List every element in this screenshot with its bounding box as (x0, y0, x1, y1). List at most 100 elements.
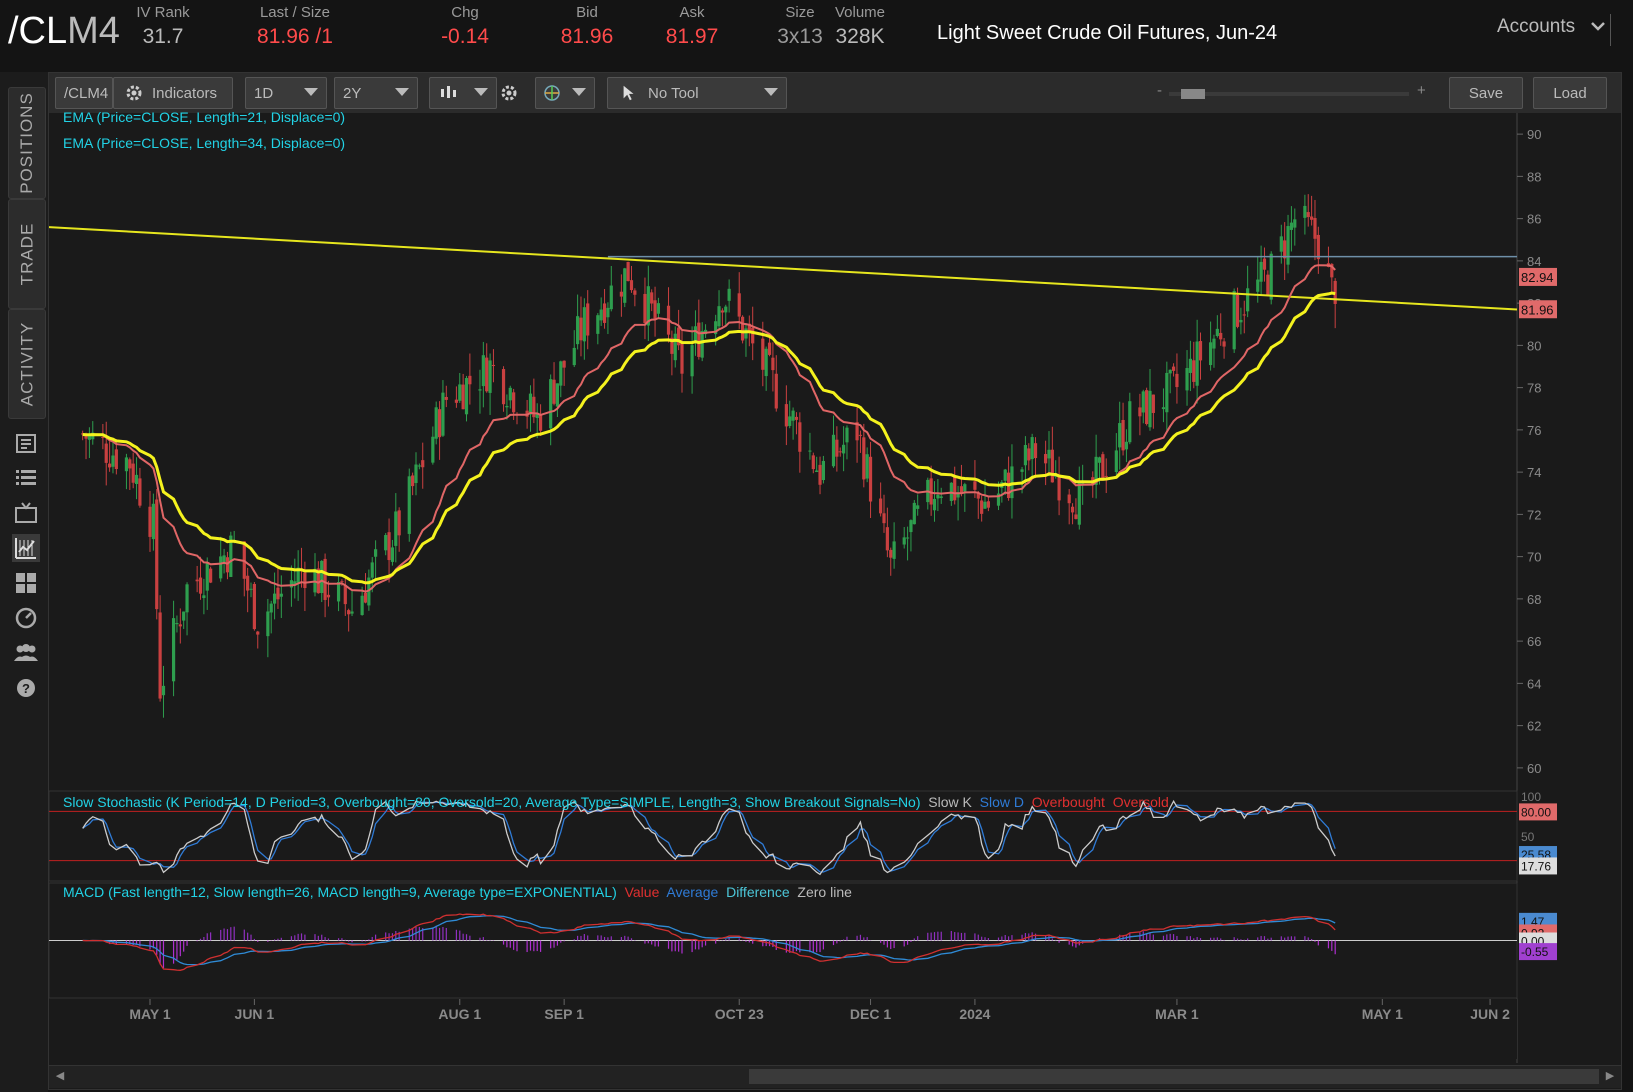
tab-positions[interactable]: POSITIONS (8, 87, 46, 199)
chart-panel: /CLM4 Indicators 1D 2Y No Tool - + Save … (48, 72, 1622, 1090)
symbol-title[interactable]: /CLM4 (8, 10, 120, 53)
chevron-down-icon[interactable] (1590, 18, 1606, 34)
settings-gear-icon[interactable] (499, 83, 519, 103)
quote-field: Volume 328K (815, 4, 905, 49)
candle-body (932, 498, 937, 511)
scrollbar-thumb[interactable] (749, 1069, 1599, 1084)
candle-body (182, 611, 186, 621)
stoch-axis-label: 50 (1521, 830, 1535, 844)
candle-body (417, 465, 421, 467)
candle-body (1215, 328, 1219, 337)
tool-select[interactable]: No Tool (607, 77, 787, 109)
candle-body (606, 307, 610, 318)
drawings-select[interactable] (535, 77, 595, 109)
help-icon[interactable]: ? (12, 674, 40, 702)
range-select[interactable]: 2Y (334, 77, 418, 109)
candle-body (528, 393, 533, 415)
slow-k-legend: Slow K (928, 794, 972, 810)
tv-icon[interactable] (12, 499, 40, 527)
candle-body (454, 399, 459, 403)
candle-body (219, 556, 223, 579)
candle-body (653, 300, 657, 319)
candle-body (488, 360, 492, 393)
quote-field: IV Rank 31.7 (118, 4, 208, 49)
tab-trade[interactable]: TRADE (8, 199, 46, 309)
last-price-label: 81.96 (1521, 302, 1554, 317)
interval-select[interactable]: 1D (245, 77, 327, 109)
zoom-in-button[interactable]: + (1417, 82, 1426, 99)
candle-body (111, 455, 115, 467)
candle-body (1118, 423, 1122, 448)
gear-icon (126, 85, 142, 101)
x-tick-label: SEP 1 (544, 1006, 584, 1022)
tab-activity[interactable]: ACTIVITY (8, 309, 46, 419)
candle-body (1047, 449, 1051, 459)
price-tick-label: 62 (1527, 719, 1541, 734)
candle-body (690, 345, 694, 377)
chart-symbol-field[interactable]: /CLM4 (55, 77, 113, 109)
chart-style-select[interactable] (429, 77, 497, 109)
candle-body (1020, 469, 1024, 472)
candle-body (434, 407, 438, 439)
candle-body (599, 309, 603, 321)
scroll-left-arrow-icon[interactable]: ◀ (53, 1069, 67, 1084)
candle-body (1023, 445, 1028, 466)
indicators-button[interactable]: Indicators (113, 77, 233, 109)
instrument-description: Light Sweet Crude Oil Futures, Jun-24 (937, 22, 1278, 44)
accounts-panel-toggle[interactable] (1610, 14, 1633, 46)
candle-body (148, 506, 152, 537)
candle-body (693, 326, 698, 343)
candle-body (586, 303, 590, 336)
save-button[interactable]: Save (1449, 77, 1523, 109)
grid-icon[interactable] (12, 569, 40, 597)
quote-field-label: Last / Size (259, 4, 331, 21)
news-icon[interactable] (12, 429, 40, 457)
candle-body (340, 581, 344, 583)
candle-body (771, 357, 775, 371)
candle-body (633, 290, 637, 295)
zoom-slider[interactable] (1169, 89, 1409, 99)
candle-body (774, 373, 778, 409)
analyze-icon[interactable] (12, 604, 40, 632)
load-button[interactable]: Load (1533, 77, 1607, 109)
candle-body (845, 427, 849, 443)
accounts-button[interactable]: Accounts (1497, 16, 1575, 38)
candle-body (1239, 319, 1243, 323)
candle-body (491, 364, 496, 366)
candle-body (791, 410, 795, 421)
candle-body (1242, 314, 1246, 316)
chart-scrollbar[interactable]: ◀ ▶ (49, 1065, 1621, 1088)
candle-body (912, 502, 916, 525)
candle-body (279, 593, 283, 597)
candle-body (505, 405, 509, 408)
candle-body (1074, 514, 1078, 519)
candle-body (458, 384, 462, 401)
list-icon[interactable] (12, 464, 40, 492)
zoom-slider-handle[interactable] (1181, 89, 1205, 99)
macd-difference-legend: Difference (726, 884, 790, 900)
zoom-out-button[interactable]: - (1157, 82, 1162, 99)
candle-body (986, 501, 990, 508)
candle-body (104, 443, 108, 463)
price-tick-label: 60 (1527, 761, 1541, 776)
candle-body (882, 513, 886, 524)
candle-body (1171, 366, 1176, 371)
chart-canvas[interactable]: 6062646668707274767880828486889082.9481.… (49, 113, 1621, 1063)
candle-body (397, 510, 401, 536)
community-icon[interactable] (12, 639, 40, 667)
candle-body (811, 455, 815, 470)
candle-body (512, 392, 516, 413)
candle-body (1259, 261, 1263, 282)
candle-body (1104, 475, 1108, 477)
candle-body (1269, 253, 1273, 300)
candle-body (1303, 205, 1307, 218)
candle-body (767, 342, 772, 355)
candle-body (1070, 506, 1075, 513)
quote-field-label: Chg (451, 4, 479, 21)
chart-icon[interactable] (12, 534, 40, 562)
candle-body (1121, 419, 1125, 451)
candle-body (862, 437, 866, 480)
scroll-right-arrow-icon[interactable]: ▶ (1603, 1069, 1617, 1084)
candle-body (643, 293, 647, 324)
candle-body (303, 572, 307, 589)
